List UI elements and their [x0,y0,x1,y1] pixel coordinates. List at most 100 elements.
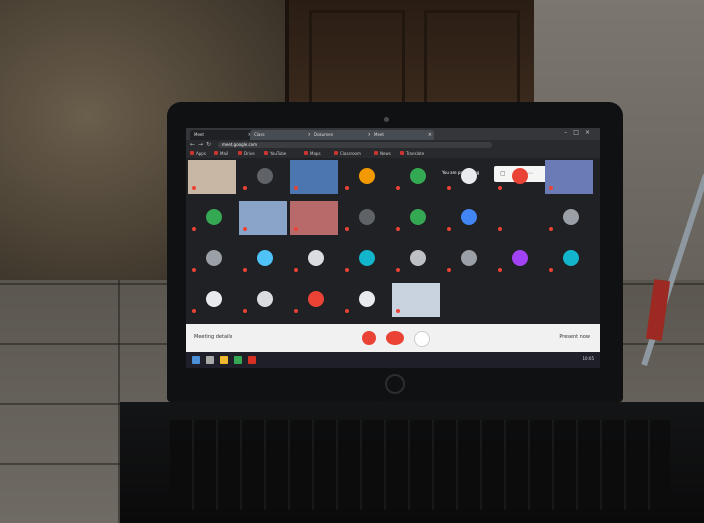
participant-avatar [461,209,477,225]
bookmark-item[interactable]: YouTube [264,151,286,156]
back-icon[interactable]: ← [190,141,195,148]
start-icon[interactable] [192,356,200,364]
bookmark-item[interactable]: News [374,151,391,156]
participant-tile[interactable] [239,160,289,196]
participant-tile[interactable] [545,160,595,196]
participant-tile[interactable] [494,242,544,278]
participant-avatar [563,250,579,266]
tab-label: Meet [194,132,204,137]
participant-tile[interactable] [290,201,340,237]
participant-tile[interactable] [290,242,340,278]
participant-tile[interactable] [341,242,391,278]
participant-tile[interactable] [545,201,595,237]
mic-button[interactable] [362,331,376,345]
mic-off-icon [345,268,349,272]
participant-tile[interactable] [341,201,391,237]
participant-tile[interactable] [188,283,238,319]
participant-tile[interactable] [392,160,442,196]
mic-off-icon [396,268,400,272]
participant-avatar [461,250,477,266]
mic-off-icon [447,227,451,231]
chrome-icon[interactable] [234,356,242,364]
forward-icon[interactable]: → [198,141,203,148]
participant-name [396,186,442,190]
meeting-details[interactable]: Meeting details [194,334,232,340]
clock[interactable]: 10:05 [582,356,594,361]
mic-off-icon [192,186,196,190]
participant-avatar [257,250,273,266]
participant-name [345,227,391,231]
bookmark-item[interactable]: Classroom [334,151,361,156]
participant-tile[interactable] [443,242,493,278]
participant-tile[interactable] [188,201,238,237]
door-panel-right [424,10,520,106]
participant-name [498,186,544,190]
participant-name [345,309,391,313]
address-bar: ← → ↻ meet.google.com [186,140,600,150]
present-now[interactable]: Present now [559,334,590,340]
search-icon[interactable] [206,356,214,364]
participant-tile[interactable] [392,242,442,278]
participant-tile[interactable] [239,201,289,237]
mic-off-icon [192,268,196,272]
close-icon[interactable]: × [428,130,432,140]
participant-tile[interactable] [545,242,595,278]
tab-label: Meet [374,132,384,137]
wooden-door [285,0,548,110]
participant-avatar [512,168,528,184]
mic-off-icon [294,186,298,190]
participant-avatar [308,291,324,307]
tab-meet[interactable]: Meet× [190,130,254,140]
participant-tile[interactable] [392,283,442,319]
participant-avatar [410,209,426,225]
participant-tile[interactable] [443,201,493,237]
participant-name [243,268,289,272]
participant-avatar [410,168,426,184]
participant-tile[interactable] [443,160,493,196]
participant-tile[interactable] [239,283,289,319]
participant-tile[interactable] [290,160,340,196]
participant-tile[interactable] [188,160,238,196]
participant-tile[interactable] [494,201,544,237]
participant-avatar [206,209,222,225]
bookmark-item[interactable]: Translate [400,151,424,156]
participant-tile[interactable] [341,160,391,196]
participant-tile[interactable] [188,242,238,278]
bookmark-item[interactable]: Apps [190,151,206,156]
mic-off-icon [447,268,451,272]
bookmark-item[interactable]: Drive [238,151,255,156]
photo-scene: Meet× Class× Dokumen× Meet× –□× ← → ↻ me… [0,0,704,523]
participant-name [447,227,493,231]
hangup-button[interactable] [386,331,404,345]
participant-tile[interactable] [392,201,442,237]
tab-doc[interactable]: Dokumen× [310,130,374,140]
mic-off-icon [294,227,298,231]
window-controls[interactable]: –□× [564,129,596,136]
mic-off-icon [447,186,451,190]
participant-tile[interactable] [341,283,391,319]
bookmarks-bar: Apps Mail Drive YouTube Maps Classroom N… [186,150,600,158]
mic-off-icon [498,268,502,272]
participant-avatar [359,250,375,266]
app-icon[interactable] [248,356,256,364]
participant-avatar [410,250,426,266]
participant-name [243,227,289,231]
camera-button[interactable] [414,331,430,347]
participant-tile[interactable] [290,283,340,319]
url-field[interactable]: meet.google.com [218,142,492,148]
folder-icon[interactable] [220,356,228,364]
tab-class[interactable]: Class× [250,130,314,140]
participant-tile[interactable] [494,160,544,196]
reload-icon[interactable]: ↻ [206,141,211,148]
bookmark-item[interactable]: Maps [304,151,321,156]
mic-off-icon [345,227,349,231]
participant-avatar [206,291,222,307]
participant-avatar [257,168,273,184]
participant-name [294,268,340,272]
mic-off-icon [192,309,196,313]
participant-tile[interactable] [239,242,289,278]
participant-name [549,186,595,190]
bookmark-item[interactable]: Mail [214,151,228,156]
browser-titlebar: Meet× Class× Dokumen× Meet× –□× [186,128,600,140]
tab-meet-2[interactable]: Meet × [370,130,434,140]
